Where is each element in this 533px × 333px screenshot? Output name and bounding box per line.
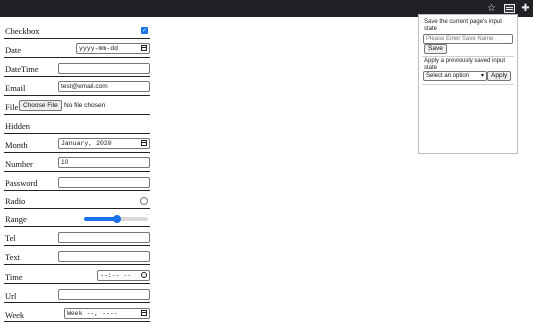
month-input[interactable]: January, 2020 [58,138,150,149]
tel-label: Tel [5,233,16,243]
tel-input[interactable] [58,232,150,243]
file-label: File [5,102,19,112]
range-slider[interactable] [84,215,148,223]
apply-heading: Apply a previously saved input state [424,58,506,71]
save-name-input[interactable]: Please Enter Save Name [423,34,513,44]
radio-label: Radio [5,196,26,206]
row-text: Text [4,246,150,265]
row-hidden: Hidden [4,115,150,134]
week-label: Week [5,310,25,320]
month-value: January, 2020 [61,140,112,147]
popup-divider [422,84,514,85]
time-value: --:-- -- [100,272,132,279]
date-value: yyyy-mm-dd [79,45,119,52]
row-password: Password [4,172,150,191]
radio-input[interactable] [140,197,148,205]
datetime-input[interactable] [58,63,150,74]
email-label: Email [5,83,26,93]
checkbox-label: Checkbox [5,26,40,36]
row-url: Url [4,284,150,303]
chevron-down-icon: ▾ [480,73,484,79]
time-input[interactable]: --:-- -- [97,270,150,281]
week-input[interactable]: Week --, ---- [64,308,150,319]
url-label: Url [5,291,17,301]
saved-state-select[interactable]: Select an option ▾ [423,71,487,81]
row-datetime: DateTime [4,58,150,77]
password-input[interactable] [58,177,150,188]
datetime-label: DateTime [5,64,39,74]
extension-popup: Save the current page's input state Plea… [418,14,518,154]
url-input[interactable] [58,289,150,300]
hidden-label: Hidden [5,121,31,131]
text-label: Text [5,252,20,262]
calendar-icon[interactable] [141,45,147,51]
row-file: File Choose File No file chosen [4,96,150,115]
row-email: Email test@email.com [4,77,150,96]
puzzle-icon[interactable]: ✚ [519,2,532,15]
time-label: Time [5,272,23,282]
range-label: Range [5,214,27,224]
clock-icon[interactable] [141,272,147,278]
number-input[interactable]: 10 [58,157,150,168]
row-number: Number 10 [4,153,150,172]
saved-state-select-value: Select an option [426,73,470,79]
range-thumb[interactable] [113,215,122,223]
choose-file-button[interactable]: Choose File [19,100,62,111]
calendar-icon[interactable] [141,310,147,316]
month-label: Month [5,140,28,150]
apply-button[interactable]: Apply [487,71,512,81]
password-label: Password [5,178,38,188]
row-time: Time --:-- -- [4,265,150,284]
row-week: Week Week --, ---- [4,303,150,322]
calendar-icon[interactable] [141,140,147,146]
popup-divider [422,56,514,57]
file-status: No file chosen [64,102,106,109]
row-date: Date yyyy-mm-dd [4,39,150,58]
row-tel: Tel [4,227,150,246]
row-radio: Radio [4,191,150,209]
week-value: Week --, ---- [67,310,118,317]
date-label: Date [5,45,22,55]
row-month: Month January, 2020 [4,134,150,153]
checkbox-input[interactable]: ✓ [141,27,148,34]
number-label: Number [5,159,33,169]
email-input[interactable]: test@email.com [58,81,150,92]
text-input[interactable] [58,251,150,262]
save-heading: Save the current page's input state [424,19,502,32]
range-fill [84,217,118,221]
row-checkbox: Checkbox ✓ [4,21,150,39]
input-form: Checkbox ✓ Date yyyy-mm-dd DateTime Emai… [4,21,150,322]
save-button[interactable]: Save [424,44,447,54]
row-range: Range [4,209,150,227]
date-input[interactable]: yyyy-mm-dd [76,43,150,54]
